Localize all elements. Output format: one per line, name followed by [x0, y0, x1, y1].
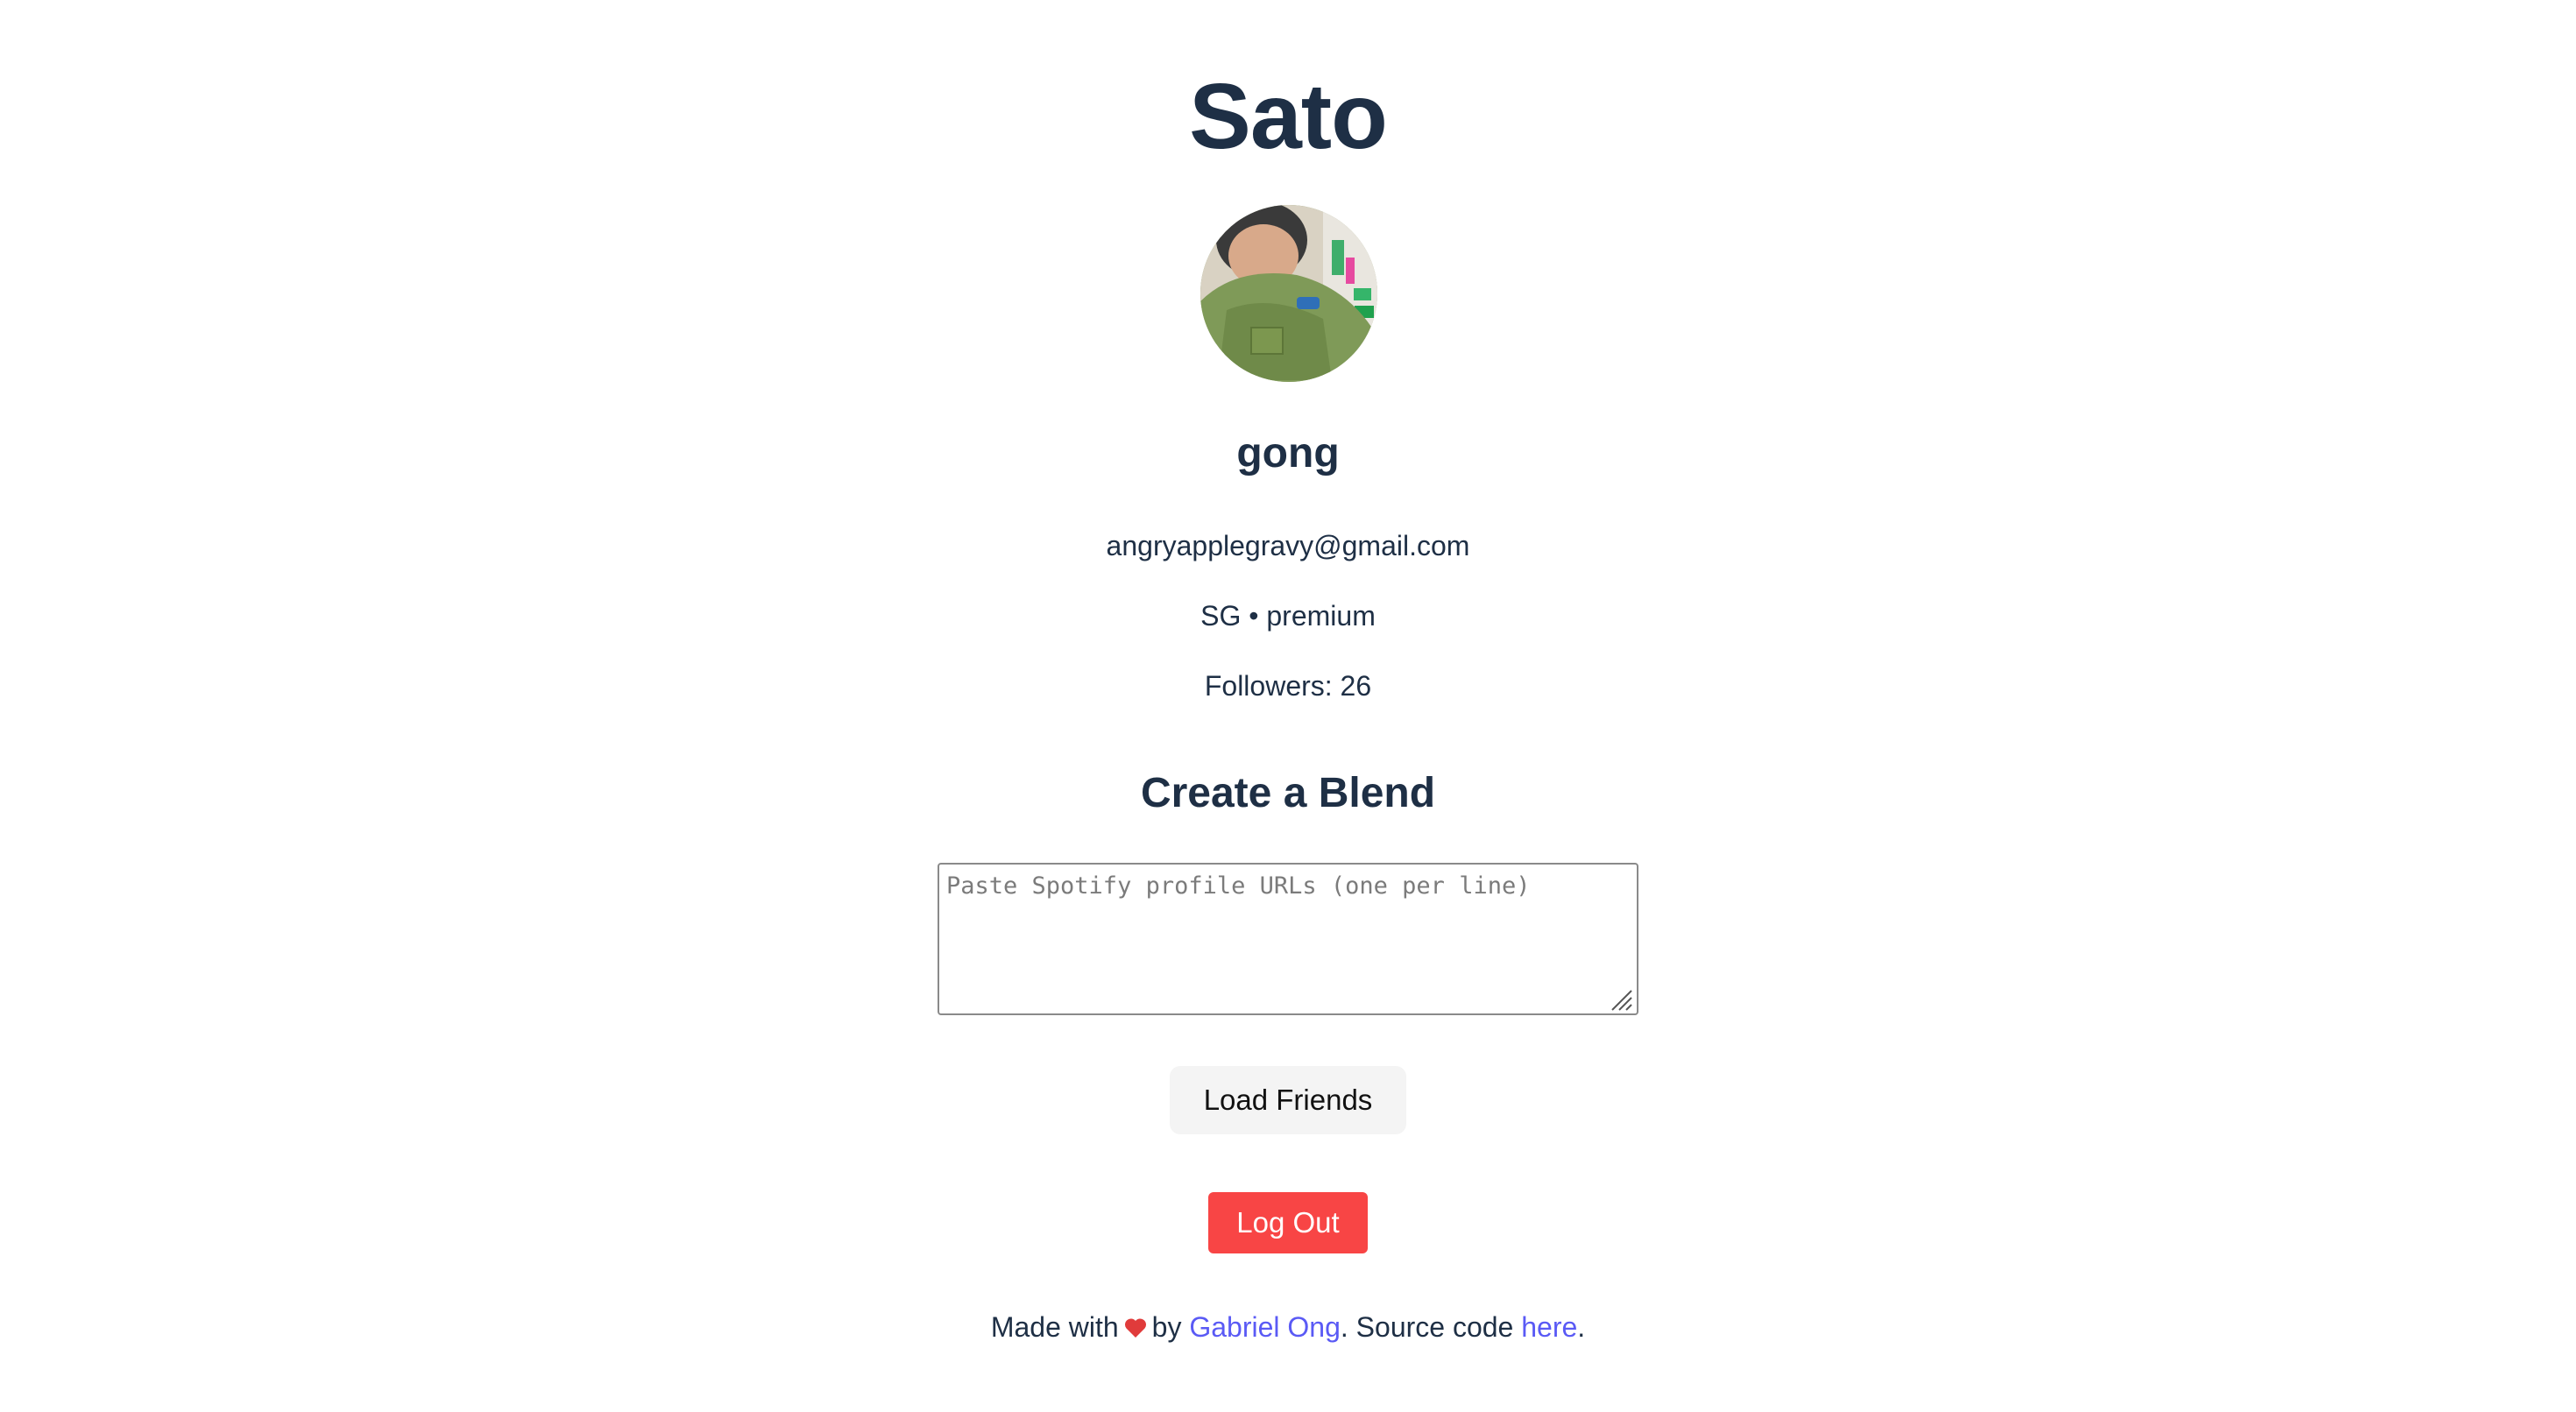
create-blend-heading: Create a Blend: [1140, 770, 1436, 816]
footer-end: .: [1577, 1311, 1586, 1343]
country-code: SG: [1200, 600, 1242, 632]
footer-source-text: . Source code: [1340, 1311, 1514, 1343]
spotify-urls-textarea[interactable]: [938, 863, 1638, 1015]
avatar-photo-icon: [1200, 205, 1377, 382]
footer: Made with by Gabriel Ong. Source code her…: [0, 1310, 2576, 1345]
country-plan-line: SG • premium: [0, 598, 2576, 633]
followers-count: 26: [1340, 670, 1372, 702]
load-friends-button[interactable]: Load Friends: [1170, 1066, 1406, 1134]
logout-button[interactable]: Log Out: [1208, 1192, 1368, 1253]
app-title: Sato: [1189, 65, 1388, 168]
separator-dot: •: [1249, 600, 1259, 632]
source-code-link[interactable]: here: [1521, 1311, 1577, 1343]
heart-icon: [1124, 1318, 1146, 1338]
profile-page: Sato gong angryapplegravy@gmail.com SG •…: [0, 0, 2576, 1412]
author-link[interactable]: Gabriel Ong: [1189, 1311, 1341, 1343]
followers-line: Followers: 26: [0, 668, 2576, 703]
followers-label: Followers:: [1204, 670, 1333, 702]
plan-type: premium: [1266, 600, 1376, 632]
footer-made-with: Made with: [990, 1311, 1119, 1343]
email-text: angryapplegravy@gmail.com: [1106, 530, 1470, 561]
footer-by: by: [1151, 1311, 1182, 1343]
avatar: [1200, 205, 1377, 382]
display-name: gong: [1236, 430, 1340, 477]
